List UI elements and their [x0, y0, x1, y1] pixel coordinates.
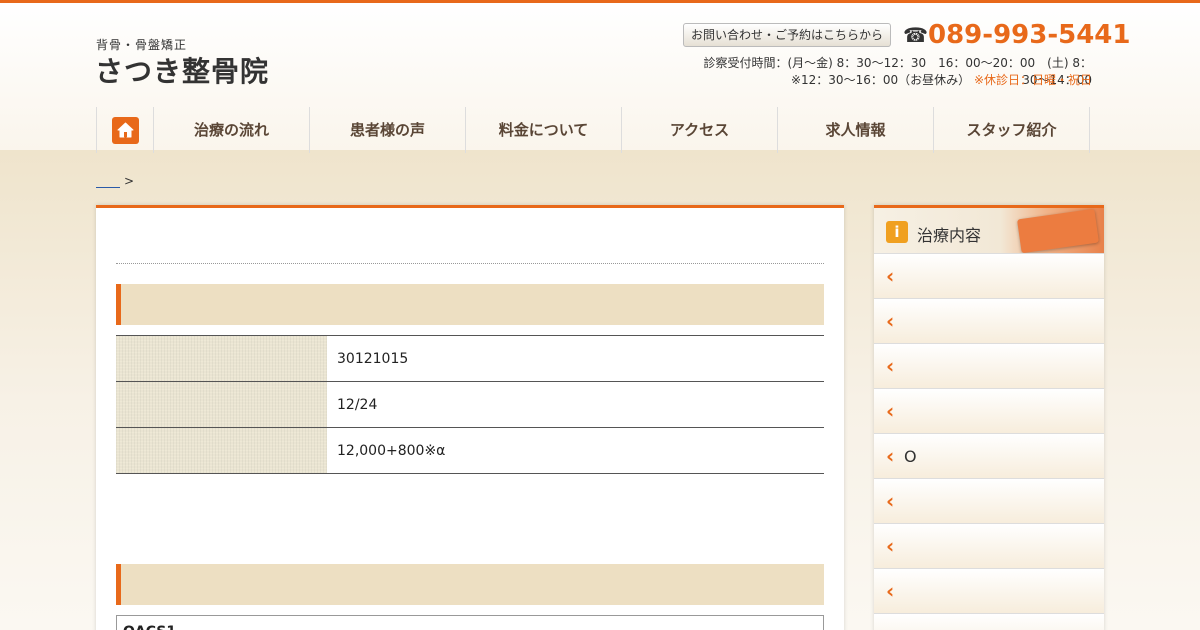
sidebar-item[interactable]: ‹ O: [874, 433, 1104, 478]
section-heading: [116, 284, 824, 325]
breadcrumb: >: [96, 174, 134, 188]
nav-home[interactable]: [96, 107, 154, 153]
chevron-left-icon: ‹: [886, 444, 895, 468]
divider: [116, 263, 824, 264]
table-value-cell: 30121015: [327, 335, 824, 382]
chevron-left-icon: ‹: [886, 309, 895, 333]
table-row: 12,000+800※α: [116, 427, 824, 474]
table-value-cell: 12/24: [327, 381, 824, 428]
sidebar-item[interactable]: ‹: [874, 388, 1104, 433]
section-heading: [116, 564, 824, 605]
nav-item-pricing[interactable]: 料金について: [466, 107, 622, 153]
sidebar: i 治療内容 ‹ ‹ ‹ ‹ ‹O ‹ ‹ ‹ ‹: [874, 205, 1104, 630]
nav-item-treatment-flow[interactable]: 治療の流れ: [154, 107, 310, 153]
table-label-cell: [116, 335, 327, 382]
sidebar-item[interactable]: ‹: [874, 568, 1104, 613]
sidebar-item[interactable]: ‹: [874, 343, 1104, 388]
table-label-cell: [116, 381, 327, 428]
card-image: [1017, 208, 1099, 254]
info-table: 30121015 12/24 12,000+800※α: [116, 335, 824, 474]
sidebar-item[interactable]: ‹: [874, 613, 1104, 630]
sidebar-item[interactable]: ‹: [874, 298, 1104, 343]
phone-icon: ☎: [903, 23, 928, 47]
site-logo[interactable]: さつき整骨院: [95, 50, 269, 90]
chevron-left-icon: ‹: [886, 489, 895, 513]
info-icon: i: [886, 221, 908, 243]
home-icon: [111, 116, 139, 144]
table-label-cell: [116, 427, 327, 474]
chevron-left-icon: ‹: [886, 399, 895, 423]
table-row: 12/24: [116, 381, 824, 428]
chevron-left-icon: ‹: [886, 534, 895, 558]
chevron-left-icon: ‹: [886, 624, 894, 630]
chevron-left-icon: ‹: [886, 264, 895, 288]
breadcrumb-home-link[interactable]: [96, 176, 120, 188]
nav-item-staff[interactable]: スタッフ紹介: [934, 107, 1090, 153]
nav-item-access[interactable]: アクセス: [622, 107, 778, 153]
global-nav: 治療の流れ 患者様の声 料金について アクセス 求人情報 スタッフ紹介: [96, 107, 1090, 153]
nav-item-recruit[interactable]: 求人情報: [778, 107, 934, 153]
sidebar-title: 治療内容: [917, 226, 982, 245]
main-content: 30121015 12/24 12,000+800※α QACS1: [96, 205, 844, 630]
content-box: QACS1: [116, 615, 824, 630]
breadcrumb-separator: >: [124, 174, 135, 188]
lunch-break-text: ※12：30〜16：00（お昼休み）: [790, 73, 971, 87]
home-glyph: [117, 122, 133, 138]
holiday-text: ※休診日：日曜・祝日: [973, 73, 1092, 87]
sidebar-item-label: O: [904, 447, 917, 466]
sidebar-item[interactable]: ‹: [874, 478, 1104, 523]
phone-number[interactable]: 089-993-5441: [928, 20, 1131, 50]
chevron-left-icon: ‹: [886, 579, 895, 603]
hours-line-2: ※12：30〜16：00（お昼休み） ※休診日：日曜・祝日: [683, 71, 1092, 88]
site-header: 背骨・骨盤矯正 さつき整骨院 お問い合わせ・ご予約はこちらから ☎ 089-99…: [0, 3, 1200, 153]
chevron-left-icon: ‹: [886, 354, 895, 378]
nav-item-patient-voices[interactable]: 患者様の声: [310, 107, 466, 153]
table-row: 30121015: [116, 335, 824, 382]
sidebar-item[interactable]: ‹: [874, 523, 1104, 568]
table-value-cell: 12,000+800※α: [327, 427, 824, 474]
sidebar-item[interactable]: ‹: [874, 253, 1104, 298]
sidebar-header: i 治療内容: [874, 205, 1104, 254]
contact-button[interactable]: お問い合わせ・ご予約はこちらから: [683, 23, 891, 47]
